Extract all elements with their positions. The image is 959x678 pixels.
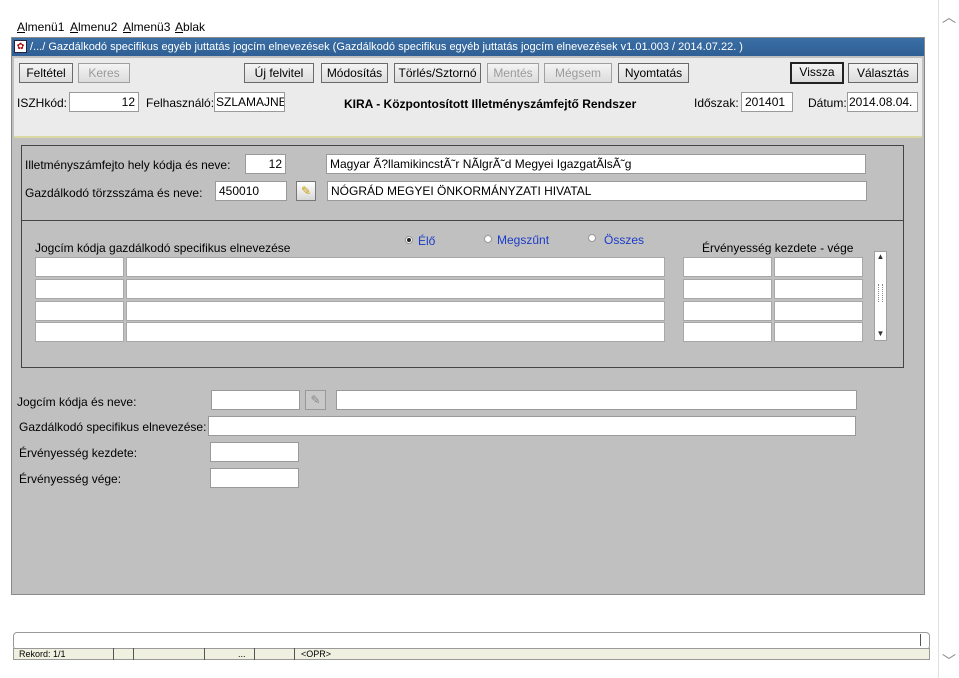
status-divider xyxy=(204,648,205,660)
payroll-label: Illetményszámfejto hely kódja és neve: xyxy=(25,158,231,172)
date-field[interactable]: 2014.08.04. xyxy=(847,92,918,112)
jogcim-code-field[interactable] xyxy=(211,390,300,410)
message-bar-divider xyxy=(920,634,921,646)
mentes-button[interactable]: Mentés xyxy=(487,63,539,83)
menu-almenu2[interactable]: Almenu2 xyxy=(70,20,117,34)
list-cell-code[interactable] xyxy=(35,322,124,342)
gazd-label: Gazdálkodó specifikus elnevezése: xyxy=(19,420,207,434)
menu-almenu3[interactable]: Almenü3 xyxy=(123,20,170,34)
list-scroll-up-icon[interactable]: ▲ xyxy=(875,252,886,262)
user-label: Felhasználó: xyxy=(146,96,215,110)
validity-column-header: Érvényesség kezdete - vége xyxy=(702,241,854,255)
list-cell-end[interactable] xyxy=(774,279,863,299)
jogcim-label: Jogcím kódja és neve: xyxy=(17,395,137,409)
list-cell-start[interactable] xyxy=(683,257,772,277)
uj-felvitel-button[interactable]: Új felvitel xyxy=(244,63,314,83)
payroll-code-field[interactable]: 12 xyxy=(245,154,286,174)
record-indicator: Rekord: 1/1 xyxy=(19,649,66,659)
radio-elo-label: Élő xyxy=(418,234,436,248)
kezdete-field[interactable] xyxy=(210,442,299,462)
nyomtatas-button[interactable]: Nyomtatás xyxy=(618,63,689,83)
list-cell-start[interactable] xyxy=(683,322,772,342)
system-title: KIRA - Központosított Illetményszámfejtő… xyxy=(344,97,637,111)
jogcim-lookup-icon[interactable]: ✎ xyxy=(305,390,326,410)
radio-megszunt-label: Megszűnt xyxy=(497,233,550,247)
gazd-name-field[interactable] xyxy=(208,416,856,436)
vissza-button[interactable]: Vissza xyxy=(790,62,844,84)
feltetel-button[interactable]: Feltétel xyxy=(19,63,73,83)
list-cell-start[interactable] xyxy=(683,279,772,299)
period-label: Időszak: xyxy=(694,96,739,110)
list-cell-name[interactable] xyxy=(126,279,665,299)
list-cell-name[interactable] xyxy=(126,301,665,321)
window-title: /.../ Gazdálkodó specifikus egyéb juttat… xyxy=(12,38,924,56)
list-cell-end[interactable] xyxy=(774,301,863,321)
scroll-down-icon[interactable]: ﹀ xyxy=(940,654,958,668)
date-label: Dátum: xyxy=(808,96,847,110)
page-scrollbar[interactable] xyxy=(938,0,959,678)
manager-name-field[interactable]: NÓGRÁD MEGYEI ÖNKORMÁNYZATI HIVATAL xyxy=(327,181,867,201)
app-icon: ✿ xyxy=(14,40,27,53)
jogcim-name-field[interactable] xyxy=(336,390,857,410)
status-bar xyxy=(13,648,930,660)
payroll-name-field[interactable]: Magyar Ã?llamikincstÃ˜r NÃlgrÃ˜d Megyei … xyxy=(326,154,866,174)
lookup-icon[interactable]: ✎ xyxy=(296,181,316,201)
radio-elo[interactable] xyxy=(405,236,413,244)
status-dots: ... xyxy=(238,649,246,659)
list-cell-end[interactable] xyxy=(774,322,863,342)
valasztas-button[interactable]: Választás xyxy=(848,63,918,83)
status-divider xyxy=(133,648,134,660)
list-cell-name[interactable] xyxy=(126,257,665,277)
menu-ablak[interactable]: Ablak xyxy=(175,20,205,34)
radio-osszes-label: Összes xyxy=(604,233,645,247)
period-field[interactable]: 201401 xyxy=(741,92,793,112)
radio-osszes[interactable] xyxy=(588,234,596,242)
list-column-header: Jogcím kódja gazdálkodó specifikus elnev… xyxy=(35,241,291,255)
torles-sztorno-button[interactable]: Törlés/Sztornó xyxy=(394,63,481,83)
modositas-button[interactable]: Módosítás xyxy=(321,63,388,83)
vege-label: Érvényesség vége: xyxy=(19,472,122,486)
list-cell-code[interactable] xyxy=(35,257,124,277)
list-cell-start[interactable] xyxy=(683,301,772,321)
list-cell-name[interactable] xyxy=(126,322,665,342)
mode-indicator: <OPR> xyxy=(301,649,332,659)
iszh-field[interactable]: 12 xyxy=(69,92,139,112)
manager-label: Gazdálkodó törzsszáma és neve: xyxy=(25,186,203,200)
keres-button[interactable]: Keres xyxy=(78,63,130,83)
menu-almenu1[interactable]: Almenü1 xyxy=(17,20,64,34)
iszh-label: ISZHkód: xyxy=(17,96,68,110)
status-divider xyxy=(113,648,114,660)
scroll-thumb-icon[interactable] xyxy=(878,284,883,302)
user-field[interactable]: SZLAMAJNE xyxy=(214,92,285,112)
megsem-button[interactable]: Mégsem xyxy=(544,63,612,83)
kezdete-label: Érvényesség kezdete: xyxy=(19,446,138,460)
vege-field[interactable] xyxy=(210,468,299,488)
list-cell-code[interactable] xyxy=(35,301,124,321)
list-cell-end[interactable] xyxy=(774,257,863,277)
scroll-up-icon[interactable]: ︿ xyxy=(940,10,958,24)
manager-code-field[interactable]: 450010 xyxy=(215,181,287,201)
list-scroll-down-icon[interactable]: ▼ xyxy=(875,329,886,339)
status-divider xyxy=(254,648,255,660)
status-divider xyxy=(294,648,295,660)
radio-megszunt[interactable] xyxy=(484,235,492,243)
list-cell-code[interactable] xyxy=(35,279,124,299)
